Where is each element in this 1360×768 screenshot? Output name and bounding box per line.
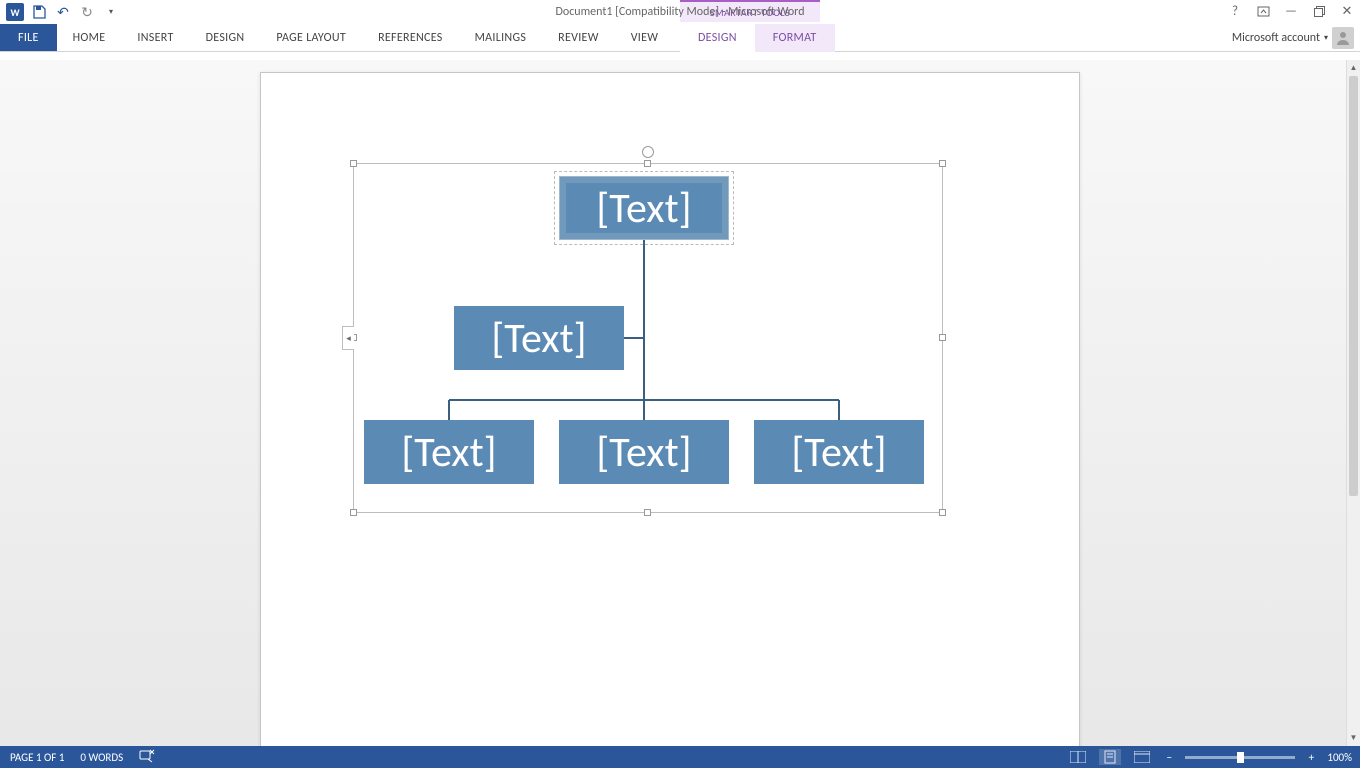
resize-handle[interactable]: [350, 509, 357, 516]
word-app-icon[interactable]: W: [6, 3, 24, 21]
account-label: Microsoft account: [1232, 31, 1320, 45]
smartart-node-child-2[interactable]: [Text]: [559, 420, 729, 484]
tab-home[interactable]: HOME: [57, 24, 122, 51]
tab-mailings[interactable]: MAILINGS: [459, 24, 543, 51]
undo-icon[interactable]: ↶: [54, 3, 72, 21]
ribbon-tabs: FILE HOME INSERT DESIGN PAGE LAYOUT REFE…: [0, 24, 1360, 52]
document-canvas[interactable]: ◂ [Text] [Text] [Text] [Text] [Text]: [0, 60, 1346, 746]
tab-insert[interactable]: INSERT: [121, 24, 189, 51]
window-title: Document1 [Compatibility Mode] - Microso…: [556, 5, 805, 19]
scroll-down-icon[interactable]: ▼: [1347, 730, 1360, 746]
avatar-icon: [1332, 27, 1354, 49]
zoom-out-button[interactable]: −: [1163, 751, 1175, 764]
page[interactable]: ◂ [Text] [Text] [Text] [Text] [Text]: [260, 72, 1080, 746]
title-bar: W ↶ ↻ ▾ SMARTART TOOLS Document1 [Compat…: [0, 0, 1360, 24]
page-indicator[interactable]: PAGE 1 OF 1: [10, 751, 64, 764]
account-menu[interactable]: Microsoft account ▾: [1232, 24, 1354, 52]
tab-design[interactable]: DESIGN: [190, 24, 261, 51]
zoom-in-button[interactable]: +: [1305, 751, 1317, 764]
tab-file[interactable]: FILE: [0, 24, 57, 51]
smartart-node-child-1[interactable]: [Text]: [364, 420, 534, 484]
resize-handle[interactable]: [350, 160, 357, 167]
tab-smartart-format[interactable]: FORMAT: [755, 24, 835, 52]
word-count[interactable]: 0 WORDS: [80, 751, 123, 764]
tab-page-layout[interactable]: PAGE LAYOUT: [260, 24, 362, 51]
rotate-handle-icon[interactable]: [642, 146, 654, 158]
redo-icon[interactable]: ↻: [78, 3, 96, 21]
smartart-selection-frame[interactable]: ◂ [Text] [Text] [Text] [Text] [Text]: [353, 163, 943, 513]
tab-view[interactable]: VIEW: [615, 24, 675, 51]
smartart-node-top[interactable]: [Text]: [559, 176, 729, 240]
zoom-slider-knob[interactable]: [1237, 752, 1244, 763]
view-read-mode-icon[interactable]: [1067, 749, 1089, 765]
tab-review[interactable]: REVIEW: [542, 24, 615, 51]
smartart-node-assistant[interactable]: [Text]: [454, 306, 624, 370]
quick-access-toolbar: W ↶ ↻ ▾: [0, 3, 120, 21]
resize-handle[interactable]: [939, 334, 946, 341]
vertical-scrollbar[interactable]: ▲ ▼: [1346, 60, 1360, 746]
qat-customize-icon[interactable]: ▾: [102, 3, 120, 21]
contextual-tabs: DESIGN FORMAT: [680, 24, 835, 52]
status-bar: PAGE 1 OF 1 0 WORDS − + 100%: [0, 746, 1360, 768]
view-print-layout-icon[interactable]: [1099, 749, 1121, 765]
view-web-layout-icon[interactable]: [1131, 749, 1153, 765]
spellcheck-icon[interactable]: [139, 749, 155, 766]
help-icon[interactable]: ?: [1226, 2, 1244, 20]
resize-handle[interactable]: [939, 160, 946, 167]
zoom-level[interactable]: 100%: [1327, 751, 1352, 764]
resize-handle[interactable]: [644, 509, 651, 516]
chevron-down-icon: ▾: [1324, 33, 1328, 43]
minimize-icon[interactable]: —: [1282, 2, 1300, 20]
resize-handle[interactable]: [644, 160, 651, 167]
smartart-node-child-3[interactable]: [Text]: [754, 420, 924, 484]
ribbon-collapsed-body: [0, 52, 1360, 60]
tab-smartart-design[interactable]: DESIGN: [680, 24, 755, 52]
scroll-up-icon[interactable]: ▲: [1347, 60, 1360, 76]
resize-handle[interactable]: [939, 509, 946, 516]
window-controls: ? — ✕: [1226, 2, 1356, 20]
text-pane-toggle-icon[interactable]: ◂: [342, 326, 354, 350]
zoom-slider[interactable]: [1185, 756, 1295, 759]
tab-references[interactable]: REFERENCES: [362, 24, 459, 51]
ribbon-display-icon[interactable]: [1254, 2, 1272, 20]
restore-icon[interactable]: [1310, 2, 1328, 20]
scroll-thumb[interactable]: [1349, 76, 1358, 496]
close-icon[interactable]: ✕: [1338, 2, 1356, 20]
save-icon[interactable]: [30, 3, 48, 21]
